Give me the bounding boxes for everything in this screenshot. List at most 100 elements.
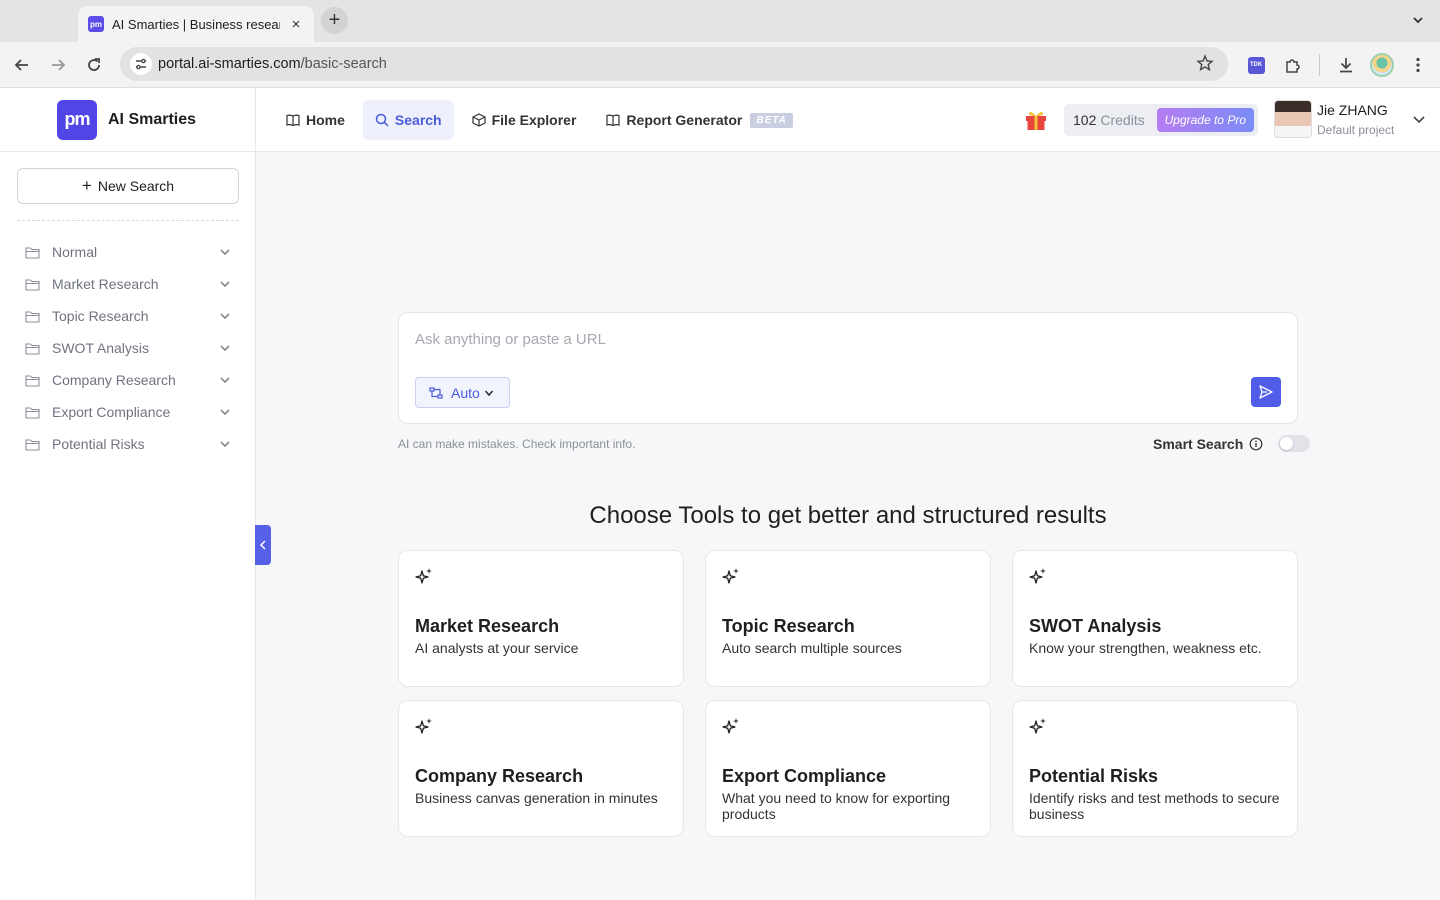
- sidebar-folder-topic-research[interactable]: Topic Research: [17, 300, 239, 332]
- chevron-down-icon[interactable]: [219, 406, 231, 418]
- download-icon[interactable]: [1334, 53, 1358, 77]
- browser-tab[interactable]: pm AI Smarties | Business research ×: [78, 6, 314, 42]
- tab-title: AI Smarties | Business research: [112, 16, 280, 32]
- toolbar-divider: [1319, 54, 1320, 76]
- tool-title: Potential Risks: [1029, 766, 1159, 786]
- upgrade-button[interactable]: Upgrade to Pro: [1156, 108, 1254, 132]
- chevron-down-icon[interactable]: [219, 438, 231, 450]
- folder-icon: [25, 342, 40, 355]
- browser-menu-icon[interactable]: [1406, 53, 1430, 77]
- folder-icon: [25, 374, 40, 387]
- forward-arrow-icon[interactable]: [46, 53, 70, 77]
- smart-search-label: Smart Search: [1153, 435, 1244, 452]
- tool-card-export-compliance[interactable]: Export Compliance What you need to know …: [705, 700, 991, 837]
- sparkles-icon: [415, 568, 432, 584]
- tool-card-market-research[interactable]: Market Research AI analysts at your serv…: [398, 550, 684, 687]
- tool-card-company-research[interactable]: Company Research Business canvas generat…: [398, 700, 684, 837]
- user-menu-chevron-down-icon[interactable]: [1412, 112, 1426, 131]
- nav-home[interactable]: Home: [274, 100, 357, 140]
- bookmark-star-icon[interactable]: [1196, 54, 1214, 77]
- ai-disclaimer: AI can make mistakes. Check important in…: [398, 437, 636, 451]
- nav-search[interactable]: Search: [362, 100, 454, 140]
- sidebar: + New Search Normal Market Research Topi…: [0, 152, 256, 900]
- sidebar-folder-export-compliance[interactable]: Export Compliance: [17, 396, 239, 428]
- nav-file-explorer[interactable]: File Explorer: [460, 100, 589, 140]
- new-search-button[interactable]: + New Search: [17, 168, 239, 204]
- tab-search-chevron-icon[interactable]: [1408, 10, 1428, 30]
- sidebar-folder-market-research[interactable]: Market Research: [17, 268, 239, 300]
- brand-logo: pm: [57, 99, 97, 140]
- address-bar[interactable]: portal.ai-smarties.com/basic-search: [120, 47, 1228, 81]
- sparkles-icon: [1029, 718, 1046, 734]
- extensions-puzzle-icon[interactable]: [1281, 53, 1305, 77]
- chevron-down-icon[interactable]: [219, 310, 231, 322]
- route-icon: [429, 386, 443, 399]
- favicon-icon: pm: [88, 16, 104, 32]
- sidebar-folder-swot-analysis[interactable]: SWOT Analysis: [17, 332, 239, 364]
- browser-tabstrip: pm AI Smarties | Business research × +: [0, 0, 1440, 42]
- folder-icon: [25, 246, 40, 259]
- search-box: Auto: [398, 312, 1298, 424]
- back-arrow-icon[interactable]: [10, 53, 34, 77]
- tool-card-potential-risks[interactable]: Potential Risks Identify risks and test …: [1012, 700, 1298, 837]
- credits-value: 102: [1073, 112, 1097, 128]
- sidebar-folder-potential-risks[interactable]: Potential Risks: [17, 428, 239, 460]
- smart-search-control: Smart Search: [1153, 435, 1311, 452]
- user-project: Default project: [1317, 123, 1395, 137]
- book-icon: [286, 114, 300, 127]
- avatar[interactable]: [1274, 100, 1312, 138]
- smart-search-toggle[interactable]: [1278, 435, 1311, 452]
- send-button[interactable]: [1251, 377, 1281, 407]
- close-tab-icon[interactable]: ×: [288, 16, 304, 33]
- tool-card-swot-analysis[interactable]: SWOT Analysis Know your strengthen, weak…: [1012, 550, 1298, 687]
- sparkles-icon: [722, 718, 739, 734]
- tool-title: Export Compliance: [722, 766, 887, 786]
- chevron-down-icon[interactable]: [219, 374, 231, 386]
- chevron-down-icon[interactable]: [219, 246, 231, 258]
- tdk-extension-icon[interactable]: TDK: [1244, 53, 1268, 77]
- folder-icon: [25, 406, 40, 419]
- chevron-down-icon[interactable]: [219, 342, 231, 354]
- folder-icon: [25, 278, 40, 291]
- url-text: portal.ai-smarties.com/basic-search: [158, 56, 387, 72]
- tool-description: AI analysts at your service: [415, 640, 579, 656]
- reload-icon[interactable]: [82, 53, 106, 77]
- tool-description: Auto search multiple sources: [722, 640, 902, 656]
- tool-description: Identify risks and test methods to secur…: [1029, 790, 1280, 822]
- tool-description: Business canvas generation in minutes: [415, 790, 658, 806]
- brand-name: AI Smarties: [108, 110, 197, 128]
- tools-grid: Market Research AI analysts at your serv…: [398, 550, 1298, 837]
- sidebar-collapse-button[interactable]: [255, 525, 271, 565]
- chevron-down-icon[interactable]: [219, 278, 231, 290]
- chevron-down-icon: [484, 389, 493, 396]
- site-settings-icon[interactable]: [130, 53, 152, 75]
- info-icon[interactable]: [1249, 437, 1263, 451]
- chevron-left-icon: [259, 540, 266, 550]
- user-name: Jie ZHANG: [1317, 102, 1388, 118]
- sidebar-divider: [17, 220, 239, 221]
- nav-report-generator[interactable]: Report Generator BETA: [594, 100, 804, 140]
- tool-description: What you need to know for exporting prod…: [722, 790, 951, 822]
- plus-icon: +: [81, 176, 92, 195]
- beta-badge: BETA: [750, 112, 793, 128]
- sparkles-icon: [722, 568, 739, 584]
- profile-avatar-icon[interactable]: [1370, 53, 1394, 77]
- gift-icon[interactable]: [1024, 108, 1048, 137]
- sparkles-icon: [1029, 568, 1046, 584]
- brand[interactable]: pm AI Smarties: [0, 88, 256, 151]
- top-navigation: Home Search File Explorer Report Generat…: [274, 100, 805, 140]
- credits-label: Credits: [1100, 112, 1145, 128]
- app-header: pm AI Smarties Home Search File Explorer…: [0, 88, 1440, 152]
- book-open-icon: [606, 114, 621, 127]
- search-input[interactable]: [415, 331, 1275, 348]
- credits-widget: 102 Credits Upgrade to Pro: [1064, 104, 1258, 136]
- sidebar-folder-company-research[interactable]: Company Research: [17, 364, 239, 396]
- new-tab-button[interactable]: +: [321, 7, 348, 34]
- search-mode-select[interactable]: Auto: [415, 377, 510, 408]
- browser-toolbar: portal.ai-smarties.com/basic-search TDK: [0, 42, 1440, 88]
- sparkles-icon: [415, 718, 432, 734]
- tool-description: Know your strengthen, weakness etc.: [1029, 640, 1262, 656]
- sidebar-folder-normal[interactable]: Normal: [17, 236, 239, 268]
- tool-title: SWOT Analysis: [1029, 616, 1162, 636]
- tool-card-topic-research[interactable]: Topic Research Auto search multiple sour…: [705, 550, 991, 687]
